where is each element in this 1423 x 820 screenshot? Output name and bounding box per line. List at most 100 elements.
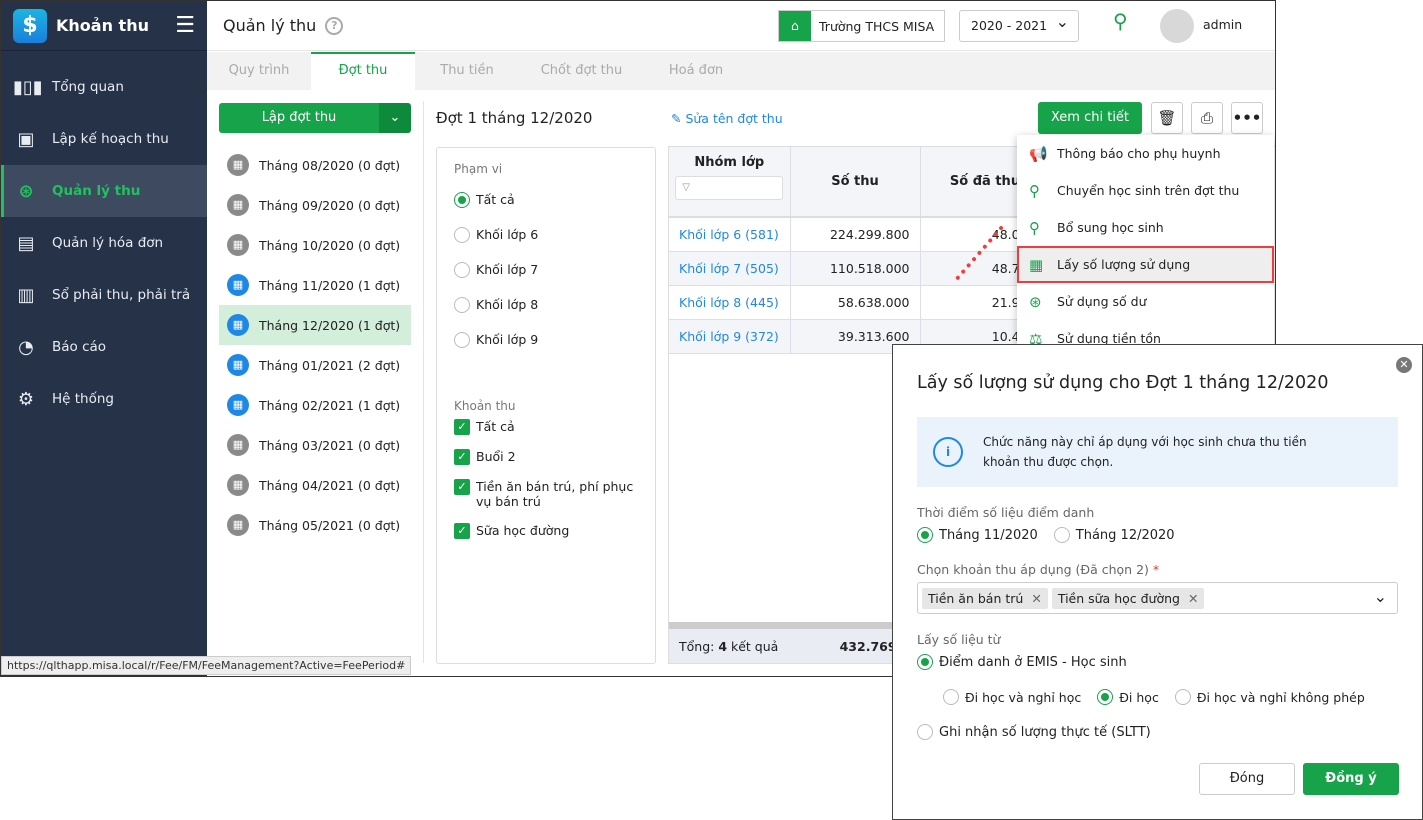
trash-icon[interactable]: 🗑 — [1151, 102, 1183, 134]
menu-item-label: Bổ sung học sinh — [1057, 220, 1164, 235]
print-icon[interactable]: ⎙ — [1191, 102, 1223, 134]
calendar-icon: ▦ — [227, 234, 249, 256]
hamburger-menu-icon[interactable]: ☰ — [175, 13, 195, 38]
checkbox-checked-icon[interactable]: ✓ — [454, 449, 470, 465]
month-item[interactable]: ▦ Tháng 03/2021 (0 đợt) — [219, 425, 411, 465]
create-period-button[interactable]: Lập đợt thu — [219, 103, 379, 133]
tab-invoice[interactable]: Hoá đơn — [644, 52, 748, 90]
sidebar-item-manage[interactable]: ⊛ Quản lý thu — [1, 165, 207, 217]
sidebar-item-report[interactable]: ◔ Báo cáo — [1, 321, 207, 373]
money-hand-icon: ⊛ — [18, 180, 34, 202]
scope-radio[interactable]: Tất cả — [454, 182, 655, 217]
menu-item[interactable]: 📢 Thông báo cho phụ huynh — [1017, 135, 1274, 172]
sidebar-item-ledger[interactable]: ▥ Sổ phải thu, phải trả — [1, 269, 207, 321]
tab-close-period[interactable]: Chốt đợt thu — [519, 52, 644, 90]
calendar-icon: ▦ — [227, 354, 249, 376]
month-item[interactable]: ▦ Tháng 12/2020 (1 đợt) — [219, 305, 411, 345]
avatar[interactable] — [1160, 9, 1194, 43]
radio[interactable] — [454, 226, 470, 243]
menu-item[interactable]: ⊛ Sử dụng số dư — [1017, 283, 1274, 320]
pie-chart-icon: ◔ — [18, 336, 34, 358]
tab-periods[interactable]: Đợt thu — [311, 52, 415, 90]
remove-tag-icon[interactable]: ✕ — [1031, 591, 1041, 606]
radio-label: Khối lớp 7 — [476, 262, 539, 277]
app-logo-icon: $ — [13, 8, 47, 43]
radio[interactable] — [454, 191, 470, 208]
month-item[interactable]: ▦ Tháng 09/2020 (0 đợt) — [219, 185, 411, 225]
tab-process[interactable]: Quy trình — [207, 52, 311, 90]
radio[interactable] — [454, 331, 470, 348]
close-icon[interactable]: ✕ — [1396, 357, 1412, 373]
fee-checkbox[interactable]: ✓ Tất cả — [454, 419, 655, 435]
scope-radio[interactable]: Khối lớp 8 — [454, 287, 655, 322]
fee-checkbox[interactable]: ✓ Sữa học đường — [454, 523, 655, 539]
calendar-icon: ▦ — [227, 314, 249, 336]
school-selector[interactable]: ⌂ Trường THCS MISA — [778, 10, 946, 42]
table-row[interactable]: Khối lớp 8 (445) 58.638.000 21.980. — [669, 285, 1051, 320]
checkbox-checked-icon[interactable]: ✓ — [454, 523, 470, 539]
view-detail-button[interactable]: Xem chi tiết — [1038, 102, 1142, 134]
remove-tag-icon[interactable]: ✕ — [1188, 591, 1198, 606]
group-link[interactable]: Khối lớp 7 (505) — [669, 251, 791, 286]
calendar-icon: ▦ — [227, 274, 249, 296]
checkbox-checked-icon[interactable]: ✓ — [454, 479, 470, 495]
radio-sub-2[interactable] — [1097, 689, 1114, 705]
money-hand-icon: ⊛ — [1029, 292, 1042, 311]
period-title: Đợt 1 tháng 12/2020 — [436, 109, 593, 127]
time-label: Thời điểm số liệu điểm danh — [917, 505, 1095, 520]
radio[interactable] — [454, 261, 470, 278]
info-text: Chức năng này chỉ áp dụng với học sinh c… — [983, 435, 1307, 469]
table-row[interactable]: Khối lớp 7 (505) 110.518.000 48.753. — [669, 251, 1051, 286]
filter-panel: Phạm vi Tất cả Khối lớp 6 Khối lớp 7 Khối l… — [436, 147, 656, 664]
more-icon[interactable]: ••• — [1231, 102, 1263, 134]
help-icon[interactable]: ? — [325, 16, 344, 35]
month-item[interactable]: ▦ Tháng 08/2020 (0 đợt) — [219, 145, 411, 185]
tab-collect[interactable]: Thu tiền — [415, 52, 519, 90]
radio-label: Đi học — [1119, 689, 1159, 705]
filter-input[interactable]: ▽ — [675, 176, 784, 200]
checkbox-label: Tất cả — [476, 419, 515, 434]
radio-sub-3[interactable] — [1174, 689, 1191, 705]
user-menu[interactable]: admin — [1203, 17, 1242, 32]
menu-item[interactable]: ⚲ Bổ sung học sinh — [1017, 209, 1274, 246]
radio-sub-1[interactable] — [943, 689, 959, 705]
fee-checkbox[interactable]: ✓ Buổi 2 — [454, 449, 655, 465]
year-select[interactable]: 2020 - 2021 — [959, 7, 1079, 42]
chevron-down-icon[interactable]: ⌄ — [1374, 587, 1387, 606]
month-item[interactable]: ▦ Tháng 10/2020 (0 đợt) — [219, 225, 411, 265]
checkbox-checked-icon[interactable]: ✓ — [454, 419, 470, 435]
tools-icon[interactable]: ⚲ — [1113, 9, 1128, 33]
column-header[interactable]: Số thu — [790, 147, 921, 218]
amount-cell: 58.638.000 — [790, 285, 921, 320]
group-link[interactable]: Khối lớp 8 (445) — [669, 285, 791, 320]
group-link[interactable]: Khối lớp 6 (581) — [669, 217, 791, 252]
rename-link[interactable]: ✎ Sửa tên đợt thu — [671, 111, 783, 126]
month-item[interactable]: ▦ Tháng 11/2020 (1 đợt) — [219, 265, 411, 305]
scope-radio[interactable]: Khối lớp 9 — [454, 322, 655, 357]
month-item[interactable]: ▦ Tháng 01/2021 (2 đợt) — [219, 345, 411, 385]
radio-emis[interactable] — [917, 654, 933, 670]
fee-multiselect[interactable]: Tiền ăn bán trú ✕ Tiền sữa học đường ✕ ⌄ — [917, 582, 1398, 614]
confirm-button[interactable]: Đồng ý — [1303, 763, 1399, 795]
menu-item[interactable]: ▦ Lấy số lượng sử dụng — [1017, 246, 1274, 283]
sidebar-item-system[interactable]: ⚙ Hệ thống — [1, 373, 207, 425]
close-button[interactable]: Đóng — [1199, 763, 1295, 795]
month-item[interactable]: ▦ Tháng 05/2021 (0 đợt) — [219, 505, 411, 545]
fee-checkbox[interactable]: ✓ Tiền ăn bán trú, phí phục vụ bán trú — [454, 479, 655, 509]
menu-item[interactable]: ⚲ Chuyển học sinh trên đợt thu — [1017, 172, 1274, 209]
group-link[interactable]: Khối lớp 9 (372) — [669, 319, 791, 354]
radio-nov[interactable] — [917, 527, 933, 543]
chevron-down-icon[interactable]: ⌄ — [379, 103, 411, 133]
scope-radio[interactable]: Khối lớp 7 — [454, 252, 655, 287]
menu-item-label: Chuyển học sinh trên đợt thu — [1057, 183, 1240, 198]
scope-radio[interactable]: Khối lớp 6 — [454, 217, 655, 252]
page-title: Quản lý thu — [223, 16, 317, 35]
month-item[interactable]: ▦ Tháng 02/2021 (1 đợt) — [219, 385, 411, 425]
sidebar-item-overview[interactable]: ▮▯▮ Tổng quan — [1, 61, 207, 113]
sidebar-item-invoice[interactable]: ▤ Quản lý hóa đơn — [1, 217, 207, 269]
radio-sltt[interactable] — [917, 724, 933, 740]
radio-dec[interactable] — [1053, 527, 1070, 543]
sidebar-item-plan[interactable]: ▣ Lập kế hoạch thu — [1, 113, 207, 165]
month-item[interactable]: ▦ Tháng 04/2021 (0 đợt) — [219, 465, 411, 505]
radio[interactable] — [454, 296, 470, 313]
